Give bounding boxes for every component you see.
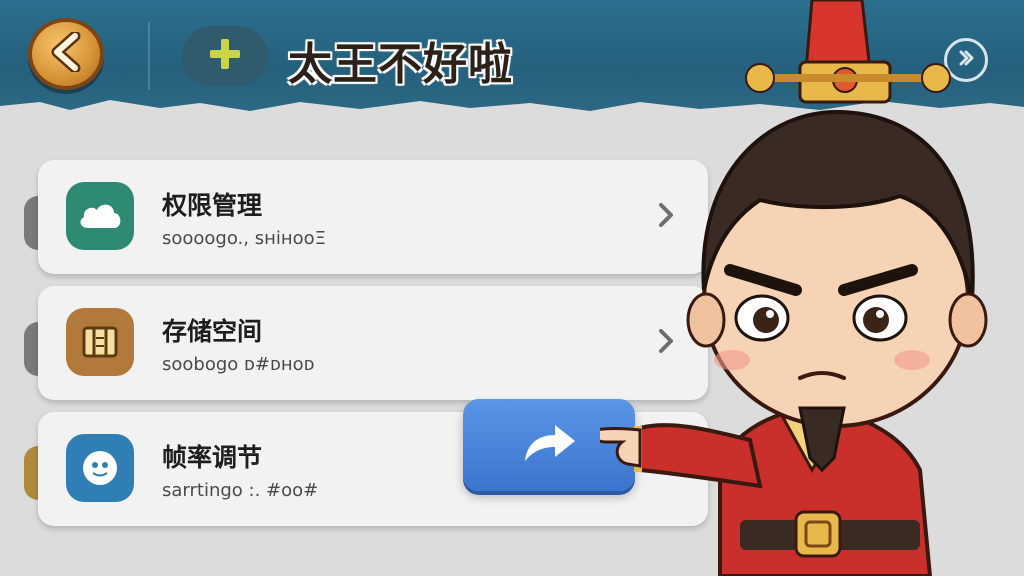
emperor-character — [600, 0, 988, 576]
settings-item-subtitle: soooogo., sнінооΞ — [162, 228, 327, 249]
settings-item-subtitle: sarrtingo :. #oo# — [162, 480, 319, 501]
header-divider — [148, 22, 150, 90]
cloud-icon — [66, 182, 134, 250]
settings-item-subtitle: soobogo ᴅ#ᴅнᴏᴅ — [162, 354, 315, 375]
back-button[interactable] — [28, 18, 104, 90]
settings-item-label: 帧率调节 — [162, 443, 263, 472]
storage-box-icon — [66, 308, 134, 376]
page-title: 太王不好啦 — [288, 39, 513, 90]
add-button[interactable] — [182, 26, 268, 86]
settings-item-label: 存储空间 — [162, 317, 263, 346]
plus-icon — [208, 37, 242, 75]
settings-item-label: 权限管理 — [162, 191, 263, 220]
chevron-left-icon — [49, 30, 83, 76]
share-arrow-icon — [519, 419, 579, 471]
face-dial-icon — [66, 434, 134, 502]
